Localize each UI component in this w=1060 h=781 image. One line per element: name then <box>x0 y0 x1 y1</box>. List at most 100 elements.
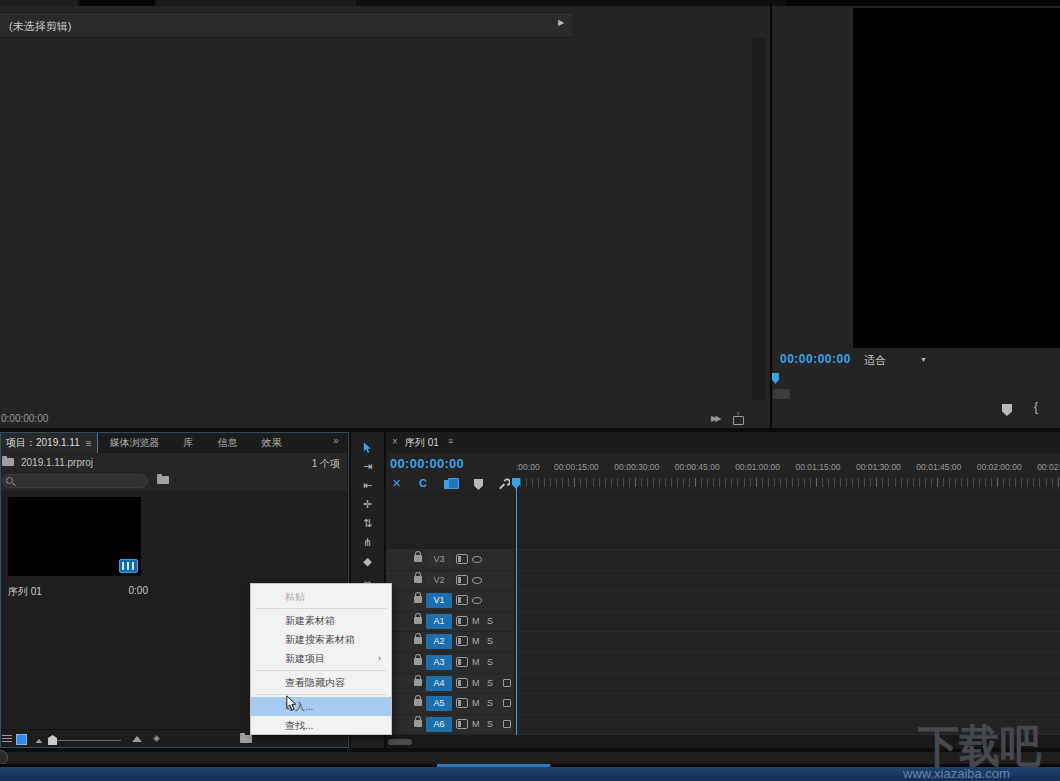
menu-item-3[interactable]: 新建搜索素材箱 <box>251 630 391 649</box>
track-select-forward-tool[interactable]: ⇥ <box>351 457 384 476</box>
play-around-icon[interactable]: ▶▶ <box>711 414 719 423</box>
menu-item-9[interactable]: 查找... <box>251 716 391 735</box>
button-editor-icon[interactable]: { <box>1034 400 1038 414</box>
mute-button[interactable]: M <box>472 616 480 626</box>
track-target-button[interactable]: A6 <box>426 717 452 732</box>
selection-tool[interactable] <box>351 438 384 457</box>
project-tab-3[interactable]: 信息 <box>206 432 250 453</box>
sync-lock-icon[interactable] <box>456 616 468 626</box>
mute-button[interactable]: M <box>472 698 480 708</box>
sync-lock-icon[interactable] <box>456 636 468 646</box>
panel-menu-icon[interactable]: ≡ <box>448 436 453 446</box>
solo-button[interactable]: S <box>487 616 493 626</box>
mute-button[interactable]: M <box>472 657 480 667</box>
sequence-name[interactable]: 序列 01 <box>8 585 42 599</box>
track-content[interactable] <box>514 632 1060 653</box>
ripple-edit-tool[interactable]: ✛ <box>351 495 384 514</box>
close-icon[interactable]: × <box>392 436 398 447</box>
track-target-button[interactable]: V3 <box>426 552 452 567</box>
add-marker-icon[interactable] <box>474 479 483 490</box>
zoom-in-icon[interactable] <box>132 736 142 742</box>
new-bin-icon[interactable] <box>240 735 252 743</box>
automate-sequence-icon[interactable]: ◈ <box>153 733 160 743</box>
panel-menu-icon[interactable]: ≡ <box>86 438 92 449</box>
program-scrollbar[interactable] <box>773 389 790 399</box>
voice-over-icon[interactable] <box>503 699 511 707</box>
project-tab-0[interactable]: 项目：2019.1.11≡ <box>0 432 98 453</box>
lock-icon[interactable] <box>414 617 422 624</box>
project-tab-2[interactable]: 库 <box>172 432 206 453</box>
timeline-timecode[interactable]: 00:00:00:00 <box>390 456 464 471</box>
add-marker-icon[interactable] <box>1002 404 1012 416</box>
source-scrollbar[interactable] <box>752 38 765 400</box>
track-target-button[interactable]: A5 <box>426 696 452 711</box>
menu-item-6[interactable]: 查看隐藏内容 <box>251 673 391 692</box>
chevron-right-icon[interactable]: ▶ <box>558 18 564 27</box>
mute-button[interactable]: M <box>472 719 480 729</box>
track-target-button[interactable]: V2 <box>426 573 452 588</box>
folder-icon[interactable] <box>157 476 169 484</box>
timeline-ruler-ticks[interactable] <box>514 478 1060 487</box>
rolling-edit-tool[interactable]: ⇅ <box>351 514 384 533</box>
sync-lock-icon[interactable] <box>456 554 468 564</box>
snap-icon[interactable]: ✕ <box>392 477 401 490</box>
mute-button[interactable]: M <box>472 678 480 688</box>
track-content[interactable] <box>514 571 1060 592</box>
timeline-ruler[interactable]: :00:0000:00:15:0000:00:30:0000:00:45:000… <box>514 462 1060 473</box>
solo-button[interactable]: S <box>487 678 493 688</box>
lock-icon[interactable] <box>414 658 422 665</box>
track-target-button[interactable]: V1 <box>426 593 452 608</box>
lock-icon[interactable] <box>414 576 422 583</box>
lock-icon[interactable] <box>414 637 422 644</box>
solo-button[interactable]: S <box>487 698 493 708</box>
sync-lock-icon[interactable] <box>456 595 468 605</box>
sequence-thumbnail[interactable] <box>8 497 141 576</box>
timeline-hscroll-thumb[interactable] <box>388 739 412 745</box>
sync-lock-icon[interactable] <box>456 678 468 688</box>
program-playhead-icon[interactable] <box>772 373 779 384</box>
sync-lock-icon[interactable] <box>456 698 468 708</box>
timeline-upper-area[interactable] <box>386 492 1060 550</box>
razor-tool[interactable]: ◆ <box>351 552 384 571</box>
program-timecode[interactable]: 00:00:00:00 <box>780 352 851 366</box>
project-tab-4[interactable]: 效果 <box>250 432 294 453</box>
voice-over-icon[interactable] <box>503 720 511 728</box>
track-content[interactable] <box>514 694 1060 715</box>
menu-item-8[interactable]: 导入... <box>251 697 391 716</box>
track-target-button[interactable]: A2 <box>426 634 452 649</box>
sync-lock-icon[interactable] <box>456 719 468 729</box>
track-target-button[interactable]: A3 <box>426 655 452 670</box>
timeline-tab-sequence[interactable]: 序列 01 <box>405 436 439 450</box>
zoom-slider-track[interactable] <box>57 740 121 741</box>
track-content[interactable] <box>514 653 1060 674</box>
track-target-button[interactable]: A1 <box>426 614 452 629</box>
lock-icon[interactable] <box>414 699 422 706</box>
solo-button[interactable]: S <box>487 657 493 667</box>
project-file-name[interactable]: 2019.1.11.prproj <box>21 457 93 468</box>
sync-lock-icon[interactable] <box>456 657 468 667</box>
track-visibility-eye-icon[interactable] <box>472 577 482 584</box>
lock-icon[interactable] <box>414 679 422 686</box>
menu-item-2[interactable]: 新建素材箱 <box>251 611 391 630</box>
lock-icon[interactable] <box>414 596 422 603</box>
zoom-slider-thumb[interactable] <box>48 735 57 745</box>
timeline-playhead-line[interactable] <box>516 478 517 735</box>
track-select-backward-tool[interactable]: ⇤ <box>351 476 384 495</box>
zoom-out-icon[interactable] <box>36 739 43 743</box>
solo-button[interactable]: S <box>487 636 493 646</box>
voice-over-icon[interactable] <box>503 679 511 687</box>
rate-stretch-tool[interactable]: ⋔ <box>351 533 384 552</box>
track-content[interactable] <box>514 591 1060 612</box>
icon-view-icon[interactable] <box>16 734 27 745</box>
track-visibility-eye-icon[interactable] <box>472 556 482 563</box>
zoom-level-select[interactable]: 适合 <box>864 353 886 368</box>
track-content[interactable] <box>514 550 1060 571</box>
track-target-button[interactable]: A4 <box>426 676 452 691</box>
export-frame-icon[interactable] <box>733 416 744 425</box>
linked-selection-icon[interactable]: C <box>419 477 427 489</box>
lock-icon[interactable] <box>414 555 422 562</box>
tab-overflow-icon[interactable]: » <box>333 435 339 446</box>
nest-sequence-icon[interactable] <box>444 478 457 489</box>
mute-button[interactable]: M <box>472 636 480 646</box>
project-tab-1[interactable]: 媒体浏览器 <box>98 432 172 453</box>
